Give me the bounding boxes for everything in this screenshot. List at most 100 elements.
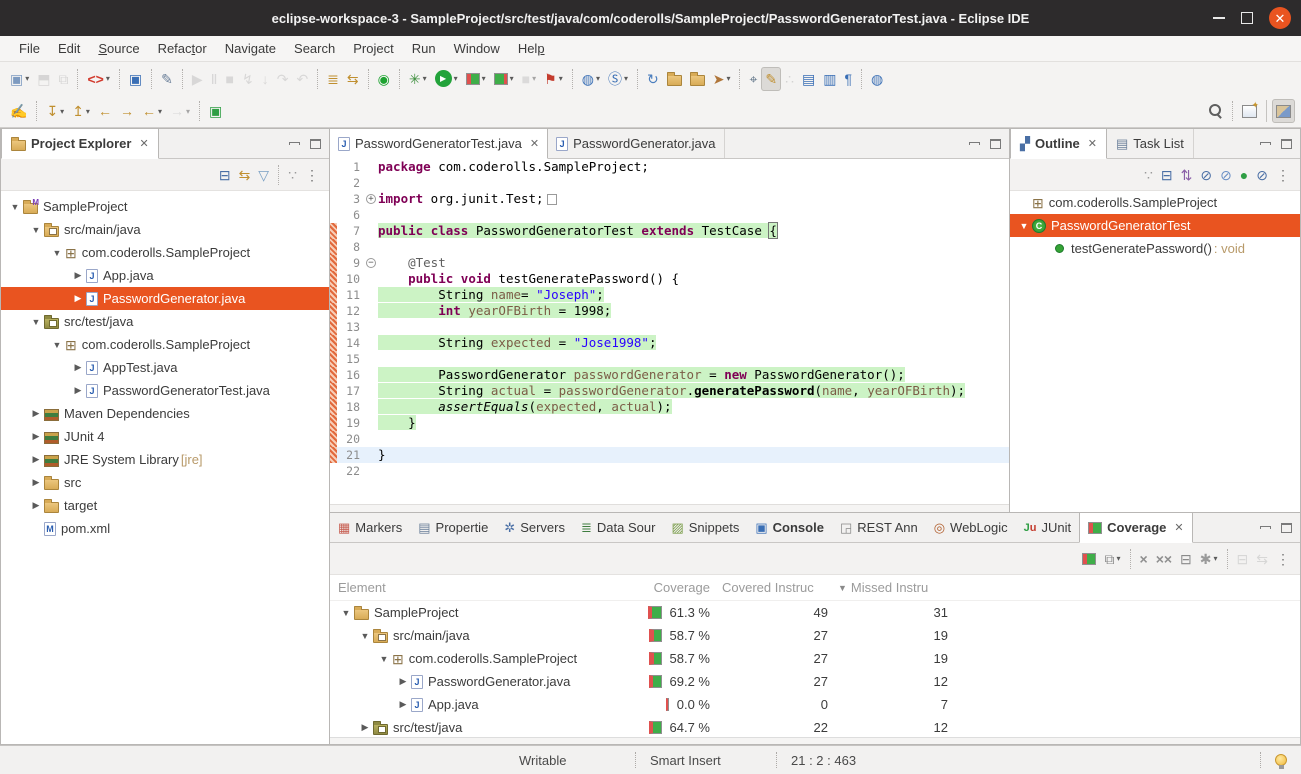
- tree-item-junit-4[interactable]: ▶JUnit 4: [1, 425, 329, 448]
- collapse-fold-icon[interactable]: −: [366, 258, 376, 268]
- tree-item-src-test-java[interactable]: ▼src/test/java: [1, 310, 329, 333]
- tab-weblogic[interactable]: ◎WebLogic: [926, 513, 1016, 542]
- tree-item-src[interactable]: ▶src: [1, 471, 329, 494]
- menu-refactor[interactable]: Refactor: [149, 36, 216, 61]
- table-hscrollbar[interactable]: [330, 737, 1300, 744]
- tree-item-target[interactable]: ▶target: [1, 494, 329, 517]
- tab-propertie[interactable]: ▤Propertie: [410, 513, 496, 542]
- dual-session-button[interactable]: ⧉▾: [1100, 547, 1124, 571]
- collapsed-arrow-icon[interactable]: ▶: [70, 362, 86, 373]
- minimize-view-icon[interactable]: [969, 142, 980, 145]
- collapsed-arrow-icon[interactable]: ▶: [70, 385, 86, 396]
- code-line-17[interactable]: 17 String actual = passwordGenerator.gen…: [330, 383, 1009, 399]
- next-edit-location-button[interactable]: →: [116, 99, 138, 123]
- code-line-18[interactable]: 18 assertEquals(expected, actual);: [330, 399, 1009, 415]
- tab-task-list[interactable]: ▤Task List: [1107, 129, 1194, 158]
- code-line-3[interactable]: 3+import org.junit.Test;: [330, 191, 1009, 207]
- close-icon[interactable]: ✕: [1174, 521, 1183, 534]
- prev-annotation-button[interactable]: ↥▾: [68, 99, 94, 123]
- link-with-editor-button[interactable]: ⇆: [235, 163, 255, 187]
- expanded-arrow-icon[interactable]: ▼: [7, 202, 23, 212]
- link-with-editor-button[interactable]: ⇆: [1252, 547, 1272, 571]
- filters-button[interactable]: ▽: [254, 163, 273, 187]
- hide-locals-button[interactable]: ⊘: [1252, 163, 1272, 187]
- skip-breakpoints-button[interactable]: ≣: [323, 67, 343, 91]
- external-tools-button[interactable]: ⚑▾: [540, 67, 567, 91]
- editor-tab-passwordgenerator-java[interactable]: JPasswordGenerator.java: [548, 129, 724, 158]
- view-menu-button[interactable]: ⋮: [1272, 163, 1294, 187]
- tree-item-jre-system-library[interactable]: ▶JRE System Library [jre]: [1, 448, 329, 471]
- expanded-arrow-icon[interactable]: ▼: [49, 248, 65, 258]
- openshift-button[interactable]: ↻: [643, 67, 663, 91]
- tree-item-passwordgenerator-java[interactable]: ▶JPasswordGenerator.java: [1, 287, 329, 310]
- minimize-view-icon[interactable]: [1260, 142, 1271, 145]
- import-wizard-button[interactable]: [663, 67, 686, 91]
- sort-button[interactable]: ⇅: [1177, 163, 1197, 187]
- pin-editor-button[interactable]: ▣: [205, 99, 226, 123]
- profile-button[interactable]: ▾: [490, 67, 518, 91]
- code-line-13[interactable]: 13: [330, 319, 1009, 335]
- menu-help[interactable]: Help: [509, 36, 554, 61]
- tree-item-testgeneratepassword[interactable]: testGeneratePassword() : void: [1010, 237, 1300, 260]
- tab-project-explorer[interactable]: Project Explorer ✕: [1, 129, 159, 159]
- tree-item-passwordgeneratortest-java[interactable]: ▶JPasswordGeneratorTest.java: [1, 379, 329, 402]
- column-coverage[interactable]: Coverage: [630, 580, 710, 595]
- remove-session-button[interactable]: ×: [1136, 547, 1152, 571]
- tree-item-com-coderolls-sampleproject[interactable]: ▼⊞com.coderolls.SampleProject: [1, 241, 329, 264]
- code-line-21[interactable]: 21}: [330, 447, 1009, 463]
- power-button[interactable]: ◉: [374, 67, 394, 91]
- sync-button[interactable]: ∴: [781, 67, 798, 91]
- tab-outline[interactable]: ▞Outline✕: [1010, 129, 1107, 159]
- step-into-button[interactable]: ↓: [258, 67, 273, 91]
- tree-item-sampleproject[interactable]: ▼SampleProject: [1, 195, 329, 218]
- hide-non-public-button[interactable]: ●: [1236, 163, 1252, 187]
- collapsed-arrow-icon[interactable]: ▶: [28, 500, 44, 511]
- maximize-view-icon[interactable]: [1281, 139, 1292, 149]
- save-button[interactable]: ⬒: [33, 67, 54, 91]
- coverage-row-src-main-java[interactable]: ▼src/main/java58.7 %2719: [330, 624, 1300, 647]
- maximize-view-icon[interactable]: [990, 139, 1001, 149]
- code-line-19[interactable]: 19 }: [330, 415, 1009, 431]
- focus-button[interactable]: ∵: [1140, 163, 1157, 187]
- coverage-row-passwordgenerator-java[interactable]: ▶JPasswordGenerator.java69.2 %2712: [330, 670, 1300, 693]
- collapse-all-button[interactable]: ⊟: [215, 163, 235, 187]
- last-edit-location-button[interactable]: ←: [94, 99, 116, 123]
- run-button[interactable]: ▶▾: [431, 67, 462, 91]
- column-element[interactable]: Element: [330, 580, 630, 595]
- collapsed-arrow-icon[interactable]: ▶: [357, 722, 373, 733]
- code-line-15[interactable]: 15: [330, 351, 1009, 367]
- expanded-arrow-icon[interactable]: ▼: [28, 225, 44, 235]
- expanded-arrow-icon[interactable]: ▼: [28, 317, 44, 327]
- code-editor[interactable]: 1package com.coderolls.SampleProject;23+…: [330, 159, 1009, 479]
- coverage-session-button[interactable]: [1078, 547, 1100, 571]
- java-perspective-button[interactable]: [1272, 99, 1295, 123]
- code-line-9[interactable]: 9− @Test: [330, 255, 1009, 271]
- collapsed-arrow-icon[interactable]: ▶: [395, 699, 411, 710]
- column-missed-instructions[interactable]: ▼ Missed Instru: [828, 580, 948, 595]
- code-line-10[interactable]: 10 public void testGeneratePassword() {: [330, 271, 1009, 287]
- menu-project[interactable]: Project: [344, 36, 402, 61]
- step-filters-button[interactable]: ↯: [238, 67, 258, 91]
- menu-window[interactable]: Window: [445, 36, 509, 61]
- maximize-window-button[interactable]: [1241, 12, 1253, 24]
- code-line-8[interactable]: 8: [330, 239, 1009, 255]
- java-refactor-button[interactable]: <>▾: [83, 67, 113, 91]
- code-line-2[interactable]: 2: [330, 175, 1009, 191]
- collapse-button[interactable]: ⊟: [1176, 547, 1196, 571]
- view-menu-button[interactable]: ⋮: [1272, 547, 1294, 571]
- search-button[interactable]: [1205, 99, 1227, 123]
- code-line-14[interactable]: 14 String expected = "Jose1998";: [330, 335, 1009, 351]
- expanded-arrow-icon[interactable]: ▼: [376, 654, 392, 664]
- code-line-16[interactable]: 16 PasswordGenerator passwordGenerator =…: [330, 367, 1009, 383]
- tree-item-apptest-java[interactable]: ▶JAppTest.java: [1, 356, 329, 379]
- tab-data-sour[interactable]: ≣Data Sour: [573, 513, 663, 542]
- close-window-button[interactable]: ✕: [1269, 7, 1291, 29]
- column-covered-instructions[interactable]: Covered Instruc: [710, 580, 828, 595]
- expanded-arrow-icon[interactable]: ▼: [357, 631, 373, 641]
- remote-terminal-button[interactable]: ▣: [125, 67, 146, 91]
- code-line-22[interactable]: 22: [330, 463, 1009, 479]
- step-return-button[interactable]: ↶: [292, 67, 312, 91]
- tree-item-pom-xml[interactable]: Mpom.xml: [1, 517, 329, 540]
- use-step-filters-button[interactable]: ⇆: [343, 67, 363, 91]
- browser-button[interactable]: ◍: [867, 67, 887, 91]
